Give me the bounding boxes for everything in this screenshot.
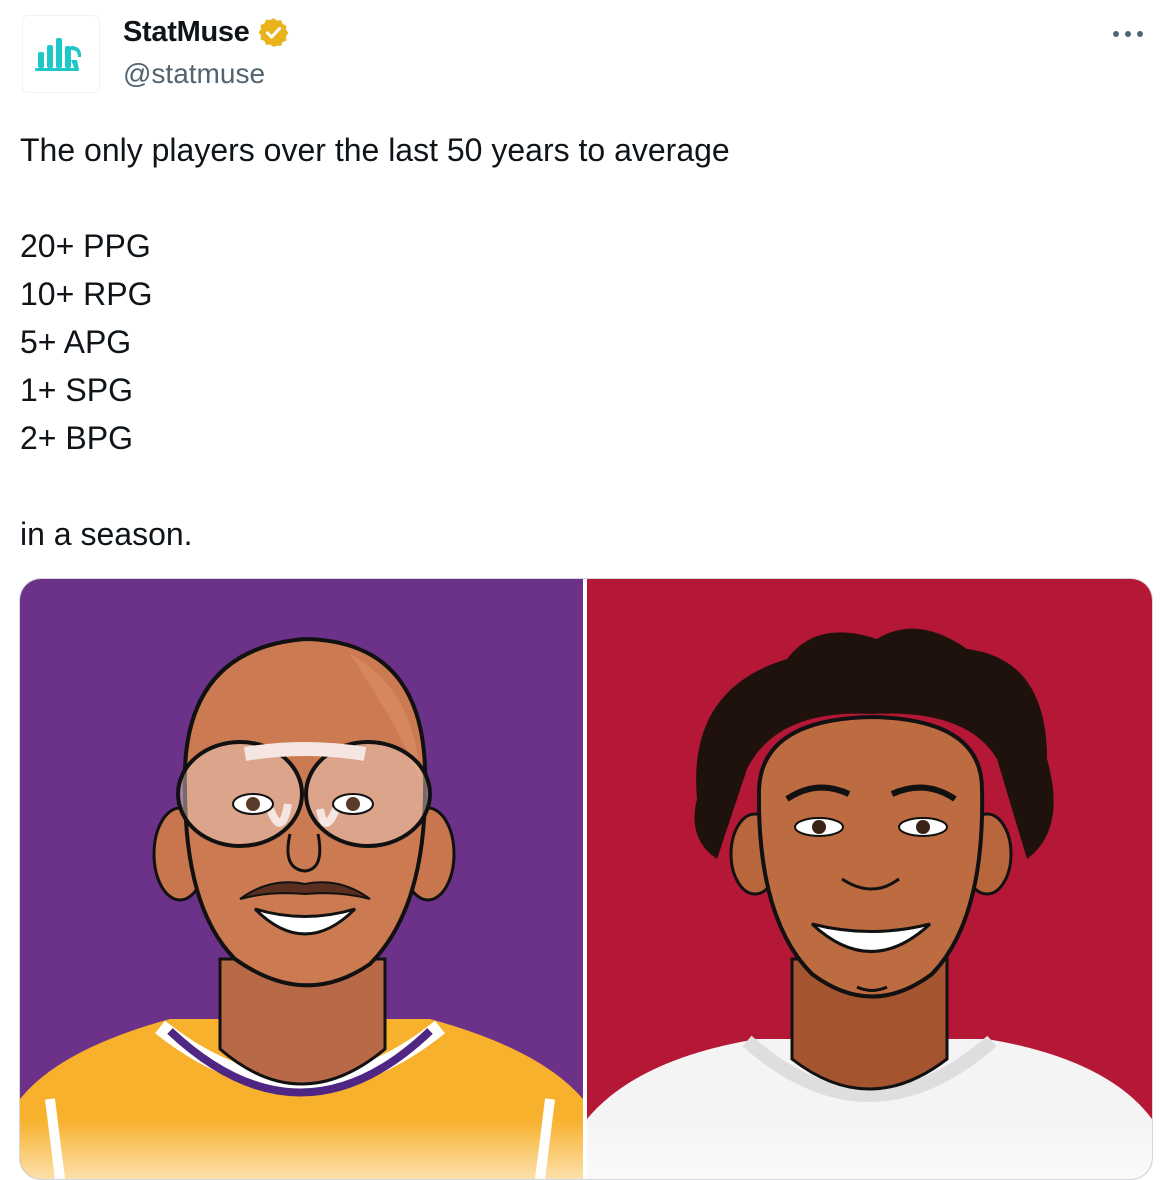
author-handle[interactable]: @statmuse [123, 58, 265, 90]
player-illustration-left [20, 579, 583, 1179]
media-image-left[interactable] [20, 579, 583, 1179]
tweet-text: The only players over the last 50 years … [20, 132, 730, 552]
player-illustration-right [587, 579, 1152, 1179]
more-options-button[interactable] [1108, 20, 1148, 48]
author-name-row: StatMuse [123, 16, 290, 49]
media-image-right[interactable] [587, 579, 1152, 1179]
tweet-media[interactable] [19, 578, 1153, 1180]
verified-badge-icon[interactable] [257, 16, 290, 49]
author-avatar[interactable] [22, 15, 100, 93]
more-options-icon [1113, 31, 1143, 37]
statmuse-logo-icon [35, 38, 82, 71]
author-display-name[interactable]: StatMuse [123, 16, 250, 49]
